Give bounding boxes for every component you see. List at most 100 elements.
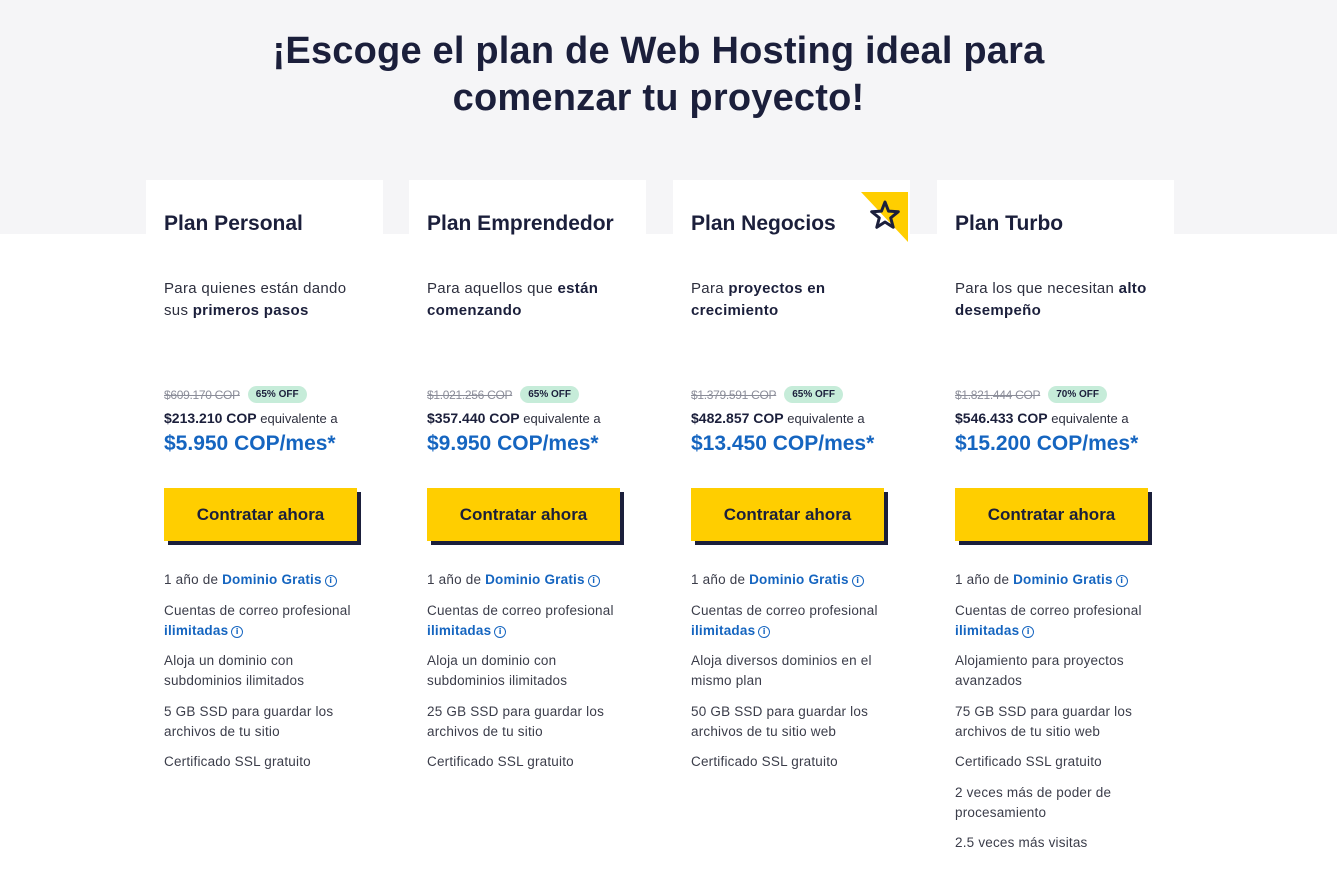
feature-text: Cuentas de correo profesional: [164, 602, 351, 618]
info-icon[interactable]: i: [494, 625, 507, 638]
plan-card: Plan Turbo Para los que necesitan alto de…: [937, 180, 1174, 870]
monthly-price: $5.950 COP/mes*: [164, 432, 336, 455]
yearly-price: $357.440 COP: [427, 410, 520, 426]
feature-item: Certificado SSL gratuito: [164, 752, 374, 772]
headline-line-2: comenzar tu proyecto!: [452, 77, 865, 119]
yearly-price-row: $213.210 COP equivalente a: [164, 410, 338, 426]
feature-item: 50 GB SSD para guardar los archivos de t…: [691, 702, 901, 742]
discount-badge: 70% OFF: [1048, 386, 1107, 403]
feature-highlight-link[interactable]: Dominio Gratis: [485, 572, 585, 587]
feature-item: 5 GB SSD para guardar los archivos de tu…: [164, 702, 374, 742]
feature-item: Cuentas de correo profesional ilimitadas…: [691, 601, 901, 641]
monthly-price: $9.950 COP/mes*: [427, 432, 599, 455]
feature-item: 1 año de Dominio Gratis i: [955, 570, 1165, 590]
plan-title: Plan Turbo: [955, 212, 1064, 235]
feature-item: Cuentas de correo profesional ilimitadas…: [164, 601, 374, 641]
original-price: $609.170 COP: [164, 387, 240, 402]
plan-description-text: Para aquellos que: [427, 280, 558, 297]
plan-description: Para proyectos en crecimiento: [691, 278, 891, 322]
page-headline: ¡Escoge el plan de Web Hosting ideal par…: [0, 28, 1317, 122]
contratar-ahora-button[interactable]: Contratar ahora: [691, 488, 884, 541]
monthly-price: $15.200 COP/mes*: [955, 432, 1139, 455]
feature-highlight-link[interactable]: ilimitadas: [164, 623, 228, 638]
plan-description-text: Para los que necesitan: [955, 280, 1119, 297]
info-icon[interactable]: i: [851, 575, 864, 587]
feature-text: 5 GB SSD para guardar los archivos de tu…: [164, 703, 334, 739]
price-original-row: $1.021.256 COP 65% OFF: [427, 386, 579, 403]
feature-list: 1 año de Dominio Gratis i Cuentas de corre…: [691, 570, 901, 783]
info-icon[interactable]: i: [1115, 575, 1128, 587]
feature-text: Certificado SSL gratuito: [427, 754, 574, 769]
contratar-ahora-button[interactable]: Contratar ahora: [427, 488, 620, 541]
plan-card: Plan Personal Para quienes están dando su…: [146, 180, 383, 870]
price-original-row: $1.379.591 COP 65% OFF: [691, 386, 843, 403]
yearly-price-suffix: equivalente a: [519, 411, 601, 426]
yearly-price-row: $482.857 COP equivalente a: [691, 410, 865, 426]
plan-description-highlight: primeros pasos: [192, 302, 309, 319]
feature-highlight-link[interactable]: ilimitadas: [427, 623, 491, 638]
original-price: $1.821.444 COP: [955, 387, 1041, 402]
feature-item: Certificado SSL gratuito: [691, 752, 901, 772]
monthly-price: $13.450 COP/mes*: [691, 432, 875, 455]
corner-ribbon: [861, 192, 908, 242]
plan-card: Plan Negocios Para proyectos en crecimien…: [673, 180, 910, 870]
info-icon[interactable]: i: [758, 625, 771, 638]
yearly-price-row: $546.433 COP equivalente a: [955, 410, 1129, 426]
feature-item: Alojamiento para proyectos avanzados: [955, 651, 1165, 691]
feature-text: 75 GB SSD para guardar los archivos de t…: [955, 703, 1133, 739]
feature-item: 2 veces más de poder de procesamiento: [955, 783, 1165, 823]
contratar-ahora-button[interactable]: Contratar ahora: [164, 488, 357, 541]
feature-text: Certificado SSL gratuito: [164, 754, 311, 769]
plan-description: Para aquellos que están comenzando: [427, 278, 627, 322]
feature-highlight-link[interactable]: ilimitadas: [955, 623, 1019, 638]
yearly-price: $213.210 COP: [164, 410, 257, 426]
feature-text: Cuentas de correo profesional: [691, 602, 878, 618]
feature-text: 2 veces más de poder de procesamiento: [955, 784, 1112, 820]
feature-text: Certificado SSL gratuito: [691, 754, 838, 769]
feature-item: 1 año de Dominio Gratis i: [691, 570, 901, 590]
plan-title: Plan Personal: [164, 212, 303, 235]
headline-line-1: ¡Escoge el plan de Web Hosting ideal par…: [272, 30, 1045, 72]
feature-text: Alojamiento para proyectos avanzados: [955, 653, 1124, 688]
feature-text: 50 GB SSD para guardar los archivos de t…: [691, 703, 869, 739]
feature-highlight-link[interactable]: ilimitadas: [691, 623, 755, 638]
info-icon[interactable]: i: [1022, 625, 1035, 638]
feature-highlight-link[interactable]: Dominio Gratis: [1013, 572, 1113, 587]
feature-text: Aloja un dominio con subdominios ilimita…: [427, 653, 568, 688]
info-icon[interactable]: i: [231, 625, 244, 638]
yearly-price-row: $357.440 COP equivalente a: [427, 410, 601, 426]
feature-list: 1 año de Dominio Gratis i Cuentas de corre…: [427, 570, 637, 783]
plan-title: Plan Emprendedor: [427, 212, 614, 235]
feature-item: 1 año de Dominio Gratis i: [427, 570, 637, 590]
plan-description: Para los que necesitan alto desempeño: [955, 278, 1155, 322]
discount-badge: 65% OFF: [784, 386, 843, 403]
featured-star-corner: [861, 192, 908, 242]
feature-text: 1 año de: [164, 572, 223, 587]
feature-text: 25 GB SSD para guardar los archivos de t…: [427, 703, 605, 739]
feature-text: 2.5 veces más visitas: [955, 835, 1088, 850]
feature-text: Cuentas de correo profesional: [427, 602, 614, 618]
info-icon[interactable]: i: [587, 575, 600, 587]
feature-text: Aloja diversos dominios en el mismo plan: [691, 653, 872, 688]
info-icon[interactable]: i: [324, 575, 337, 587]
discount-badge: 65% OFF: [247, 386, 307, 403]
feature-item: Certificado SSL gratuito: [427, 752, 637, 772]
feature-list: 1 año de Dominio Gratis i Cuentas de corre…: [955, 570, 1165, 864]
feature-item: Certificado SSL gratuito: [955, 752, 1165, 772]
yearly-price-suffix: equivalente a: [256, 411, 338, 426]
feature-highlight-link[interactable]: Dominio Gratis: [222, 572, 322, 587]
yearly-price-suffix: equivalente a: [1047, 411, 1129, 426]
original-price: $1.379.591 COP: [691, 387, 777, 402]
plan-description: Para quienes están dando sus primeros pa…: [164, 278, 364, 322]
feature-item: 2.5 veces más visitas: [955, 833, 1165, 853]
feature-highlight-link[interactable]: Dominio Gratis: [749, 572, 849, 587]
price-original-row: $1.821.444 COP 70% OFF: [955, 386, 1107, 403]
price-original-row: $609.170 COP 65% OFF: [164, 386, 307, 403]
feature-text: Cuentas de correo profesional: [955, 602, 1142, 618]
contratar-ahora-button[interactable]: Contratar ahora: [955, 488, 1148, 541]
yearly-price-suffix: equivalente a: [783, 411, 865, 426]
feature-item: Aloja diversos dominios en el mismo plan: [691, 651, 901, 691]
discount-badge: 65% OFF: [520, 386, 579, 403]
plan-card: Plan Emprendedor Para aquellos que están …: [409, 180, 646, 870]
feature-item: Aloja un dominio con subdominios ilimita…: [164, 651, 374, 691]
